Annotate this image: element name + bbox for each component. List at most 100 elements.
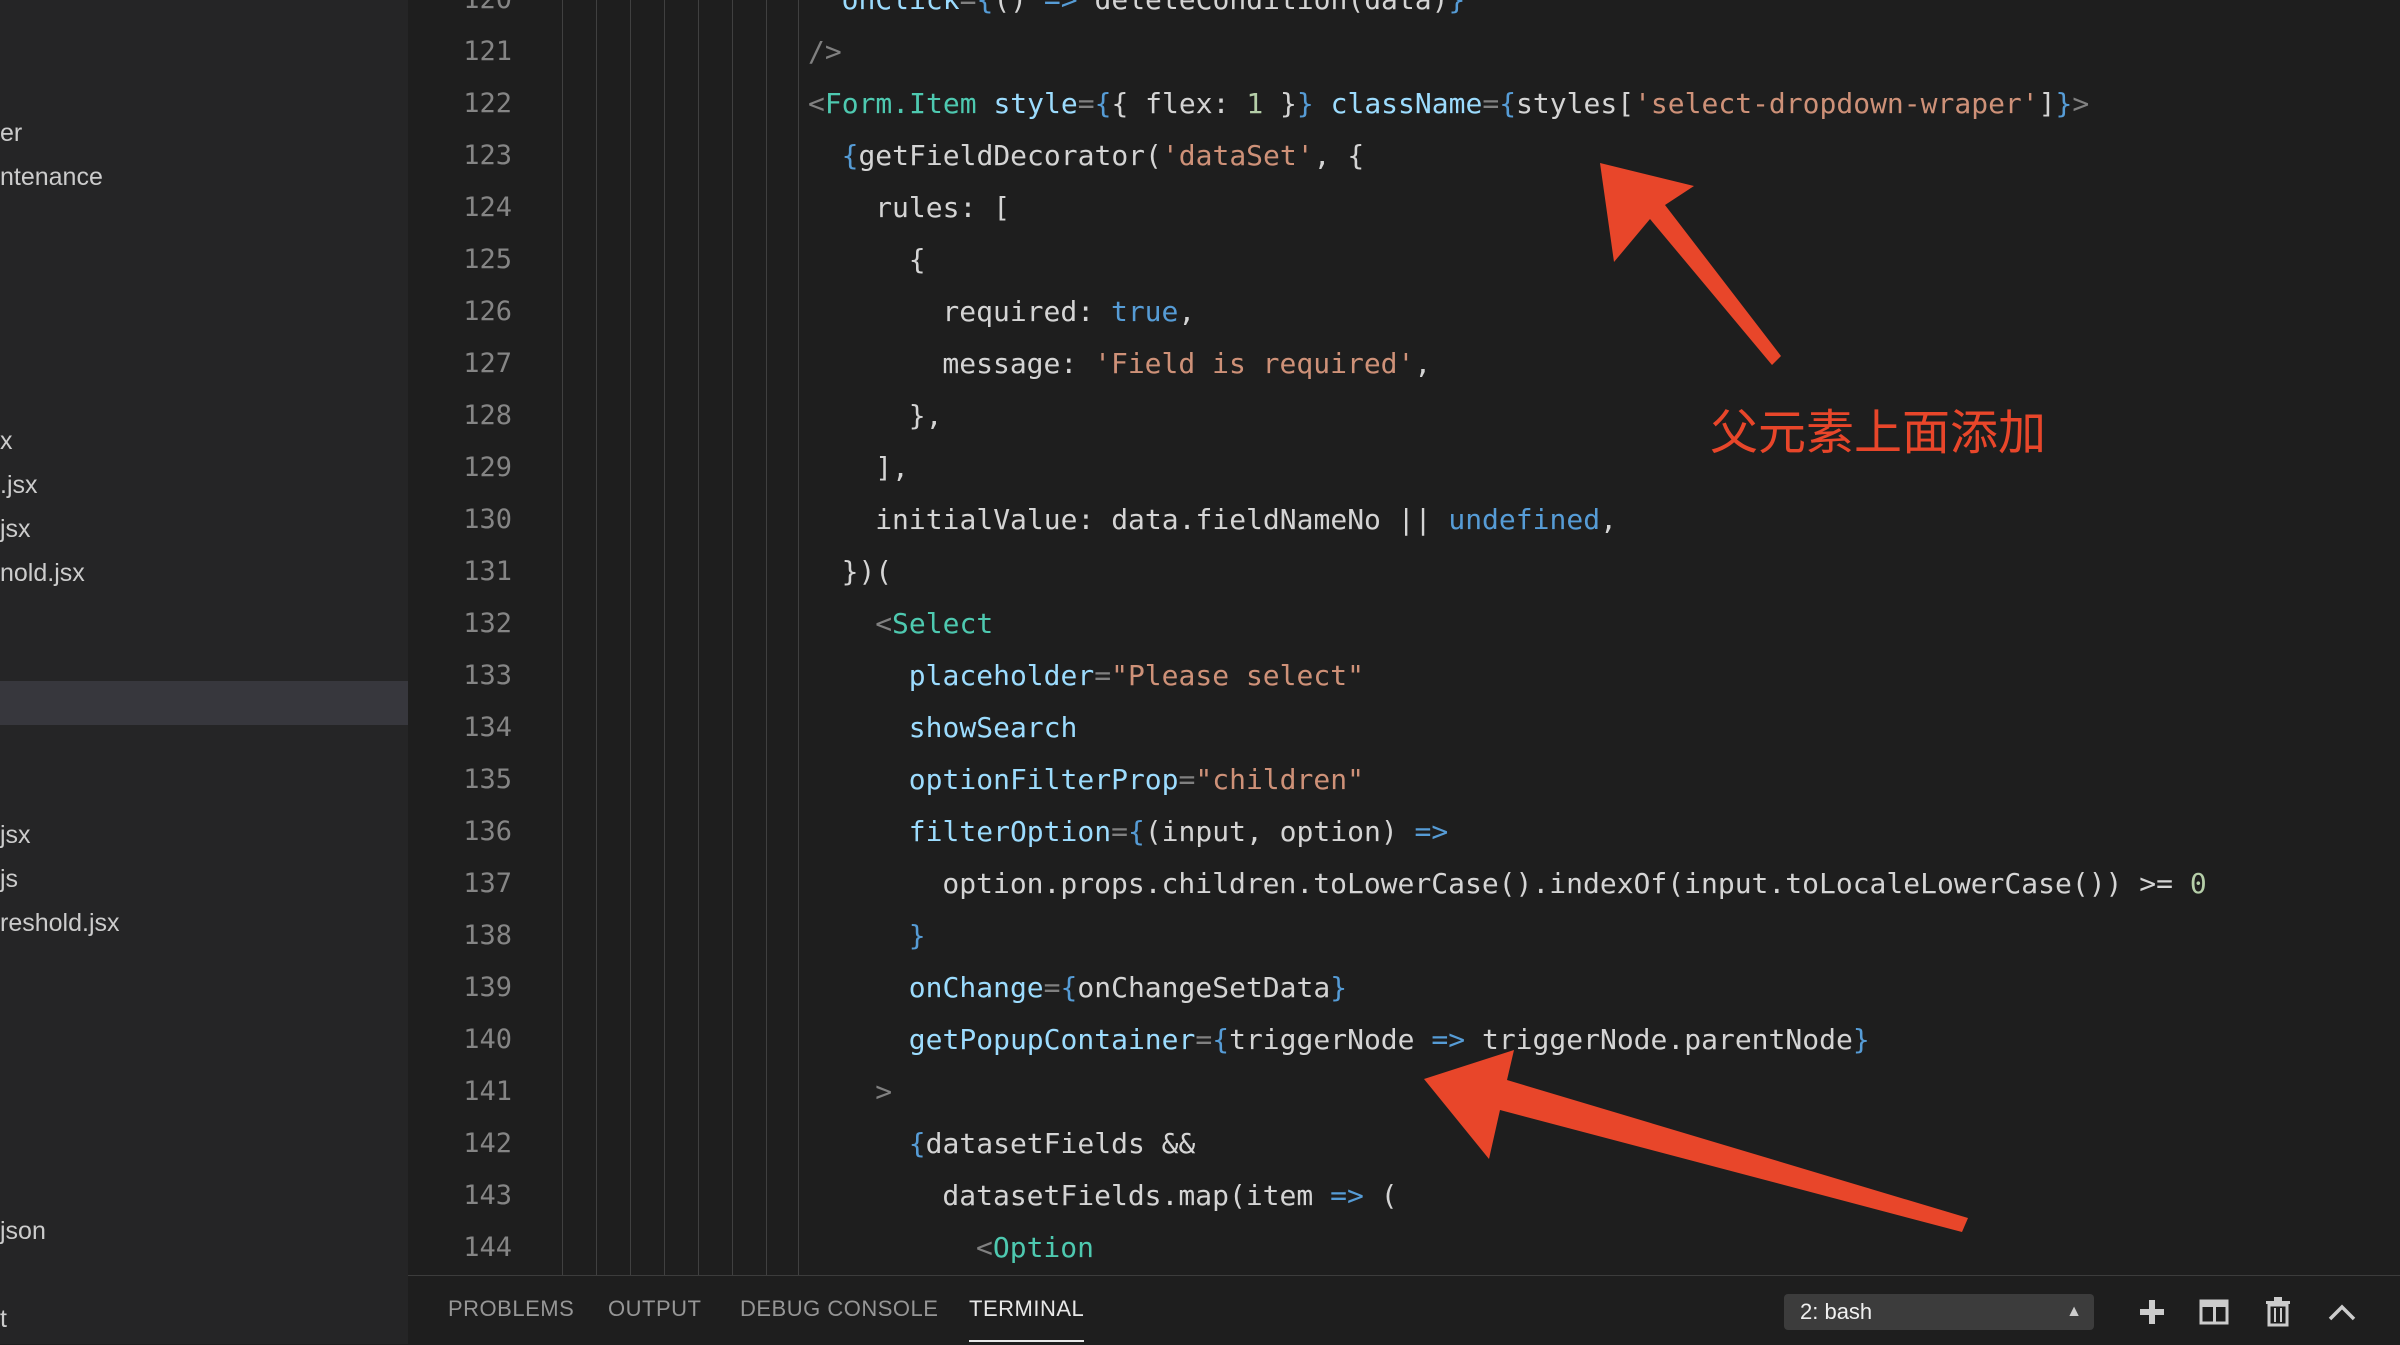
sidebar-file-item[interactable]: jsx <box>0 820 31 850</box>
indent-guide <box>630 0 631 1275</box>
code-token: > <box>2072 87 2090 120</box>
code-line[interactable]: <Form.Item style={{ flex: 1 }} className… <box>808 78 2089 130</box>
sidebar-file-item[interactable]: js <box>0 864 18 894</box>
code-line[interactable]: datasetFields.map(item => ( <box>942 1170 1397 1222</box>
code-token: , <box>1600 503 1617 536</box>
sidebar-file-item[interactable]: t <box>0 1304 7 1334</box>
code-token: = <box>1111 815 1128 848</box>
code-line[interactable]: }, <box>909 390 943 442</box>
code-token: placeholder <box>908 659 1095 692</box>
code-line[interactable]: optionFilterProp="children" <box>909 754 1364 806</box>
sidebar-file-item[interactable]: jsx <box>0 514 31 544</box>
code-token: message: <box>942 347 1095 380</box>
sidebar-file-item[interactable]: ntenance <box>0 162 103 192</box>
code-token: Option <box>992 1231 1095 1264</box>
code-line[interactable]: onChange={onChangeSetData} <box>909 962 1347 1014</box>
code-token: initialValue: data.fieldNameNo || <box>875 503 1449 536</box>
code-line[interactable]: {datasetFields && <box>909 1118 1196 1170</box>
code-token: onClick <box>842 0 960 16</box>
indent-guide <box>766 0 767 1275</box>
terminal-select[interactable]: 2: bash ▲ <box>1784 1294 2094 1330</box>
indent-guide <box>698 0 699 1275</box>
code-token: optionFilterProp <box>908 763 1179 796</box>
code-line[interactable]: getPopupContainer={triggerNode => trigge… <box>909 1014 1870 1066</box>
code-line[interactable]: { <box>909 234 926 286</box>
code-token: ( <box>1363 1179 1398 1212</box>
code-line[interactable]: <Select <box>875 598 993 650</box>
code-token: () <box>993 0 1044 16</box>
code-token: = <box>1077 87 1095 120</box>
code-line[interactable]: rules: [ <box>875 182 1010 234</box>
terminal-select-value: 2: bash <box>1800 1299 1873 1324</box>
sidebar-file-item[interactable]: reshold.jsx <box>0 908 120 938</box>
indent-guide <box>798 0 799 1275</box>
explorer-sidebar: er ntenance x .jsx jsx nold.jsx jsx js r… <box>0 0 408 1344</box>
code-line[interactable]: message: 'Field is required', <box>942 338 1431 390</box>
sidebar-file-item[interactable]: x <box>0 426 13 456</box>
code-token: => <box>1330 1179 1364 1212</box>
annotation-label: 父元素上面添加 <box>1710 405 2047 461</box>
code-token: } <box>908 919 926 952</box>
code-token: } <box>2055 87 2073 120</box>
code-line[interactable]: ], <box>875 442 909 494</box>
code-editor[interactable]: 1201211221231241251261271281291301311321… <box>408 0 2400 1275</box>
sidebar-file-item[interactable]: nold.jsx <box>0 558 85 588</box>
code-token: , { <box>1313 139 1365 172</box>
code-line[interactable]: required: true, <box>942 286 1195 338</box>
code-token: = <box>1178 763 1196 796</box>
tab-output[interactable]: OUTPUT <box>608 1276 701 1342</box>
code-line[interactable]: placeholder="Please select" <box>909 650 1364 702</box>
code-token: option.props.children.toLowerCase().inde… <box>942 867 2190 900</box>
code-token: triggerNode <box>1229 1023 1432 1056</box>
sidebar-file-item[interactable]: .jsx <box>0 470 38 500</box>
code-line[interactable]: } <box>909 910 926 962</box>
code-line[interactable]: initialValue: data.fieldNameNo || undefi… <box>875 494 1617 546</box>
code-token: required: <box>942 295 1111 328</box>
tab-problems[interactable]: PROBLEMS <box>448 1276 574 1342</box>
code-line[interactable]: {getFieldDecorator('dataSet', { <box>842 130 1365 182</box>
code-token: ], <box>875 451 909 484</box>
code-token: "children" <box>1195 763 1364 796</box>
bottom-panel: PROBLEMS OUTPUT DEBUG CONSOLE TERMINAL 2… <box>408 1275 2400 1345</box>
code-token: getFieldDecorator( <box>858 139 1162 172</box>
code-token: styles[ <box>1516 87 1635 120</box>
sidebar-file-item[interactable]: er <box>0 118 22 148</box>
code-area[interactable]: onClick={() => deleteCondition(data)}/><… <box>408 0 2400 1275</box>
split-icon[interactable] <box>2196 1294 2232 1330</box>
code-token: { <box>1212 1023 1230 1056</box>
code-token: < <box>808 87 825 120</box>
code-token: true <box>1110 295 1179 328</box>
code-token: { <box>1094 87 1112 120</box>
code-token: = <box>1043 971 1061 1004</box>
code-token: rules: [ <box>875 191 1011 224</box>
code-token: { <box>976 0 993 16</box>
code-line[interactable]: <Option <box>976 1222 1094 1274</box>
code-line[interactable]: > <box>875 1066 892 1118</box>
code-token: } <box>1852 1023 1870 1056</box>
code-line[interactable]: option.props.children.toLowerCase().inde… <box>942 858 2206 910</box>
code-token: > <box>875 1075 893 1108</box>
trash-icon[interactable] <box>2260 1294 2296 1330</box>
plus-icon[interactable] <box>2134 1294 2170 1330</box>
code-token: 'select-dropdown-wraper' <box>1634 87 2039 120</box>
code-token: => <box>1414 815 1449 848</box>
indent-guide <box>732 0 733 1275</box>
tab-debug-console[interactable]: DEBUG CONSOLE <box>740 1276 938 1342</box>
code-token: triggerNode.parentNode <box>1465 1023 1853 1056</box>
sidebar-selected-row[interactable] <box>0 681 408 725</box>
code-line[interactable]: })( <box>842 546 893 598</box>
tab-terminal[interactable]: TERMINAL <box>969 1276 1085 1342</box>
code-line[interactable]: showSearch <box>909 702 1078 754</box>
code-token: , <box>1178 295 1196 328</box>
code-token: { <box>1060 971 1078 1004</box>
code-line[interactable]: /> <box>808 26 842 78</box>
code-line[interactable]: onClick={() => deleteCondition(data)} <box>842 0 1466 26</box>
code-token: 0 <box>2189 867 2207 900</box>
code-line[interactable]: filterOption={(input, option) => <box>909 806 1448 858</box>
indent-guide <box>562 0 563 1275</box>
sidebar-file-item[interactable]: json <box>0 1216 46 1246</box>
code-token: Select <box>892 607 994 640</box>
code-token: onChangeSetData <box>1077 971 1331 1004</box>
chevron-up-icon[interactable] <box>2324 1294 2360 1330</box>
